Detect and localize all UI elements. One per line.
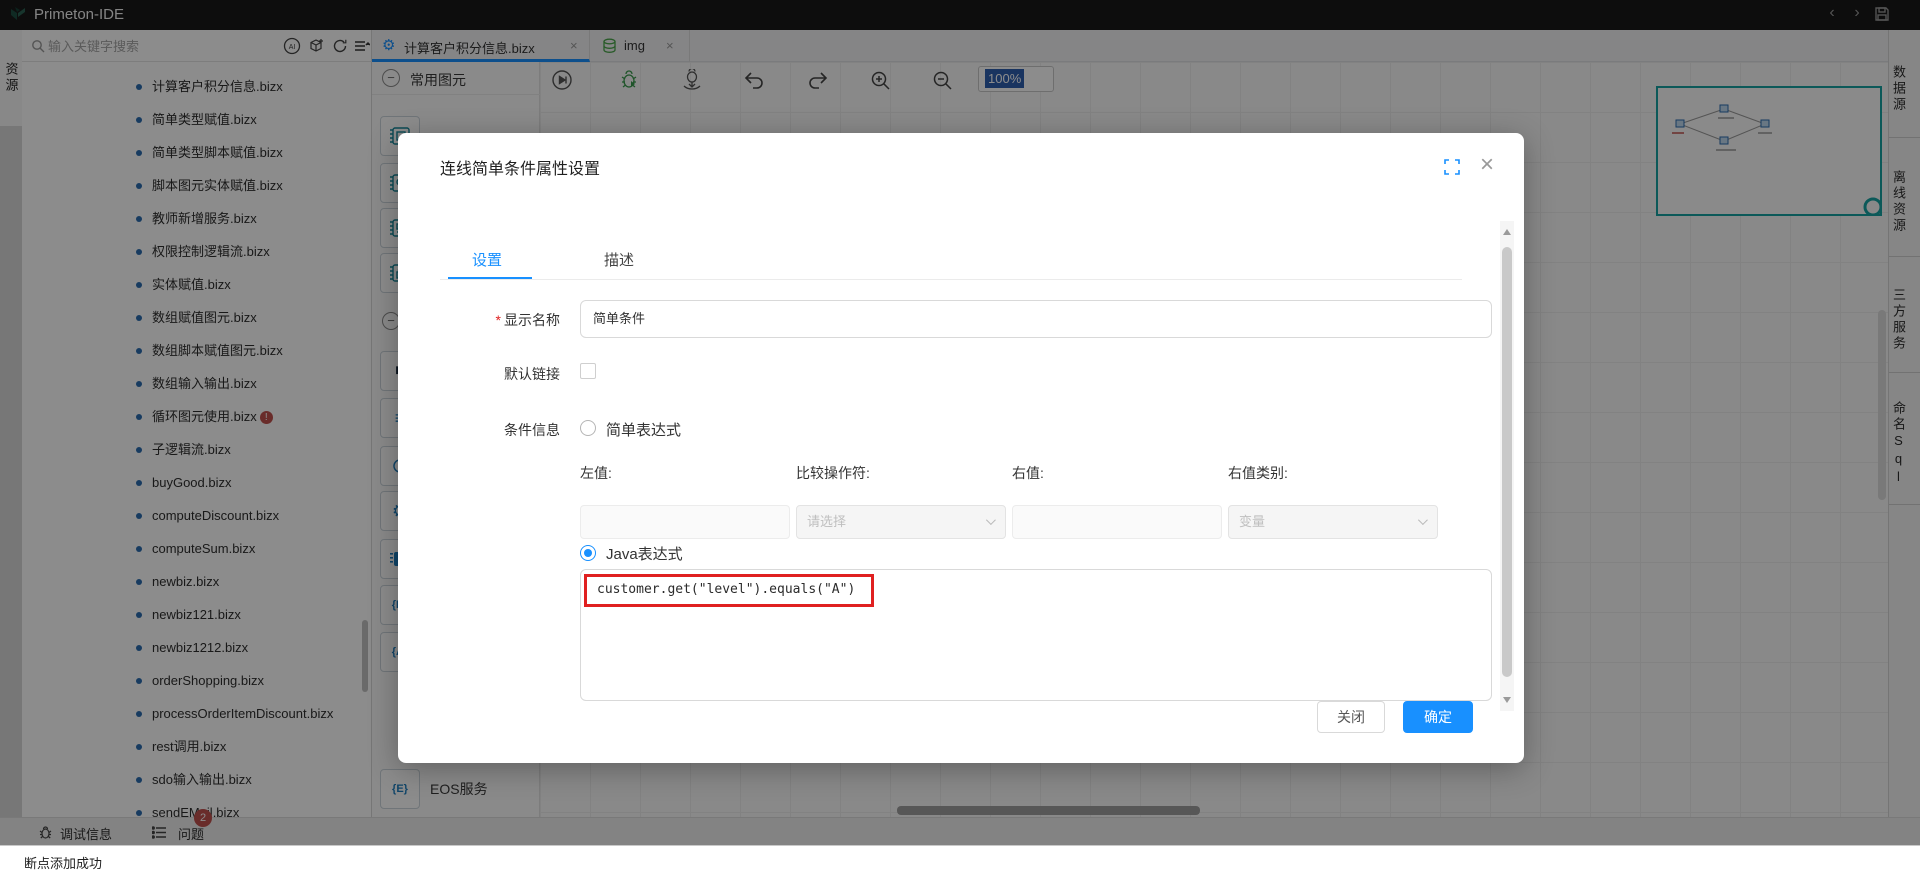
default-link-checkbox[interactable] [580,363,596,379]
scroll-up-icon[interactable] [1503,229,1511,235]
dialog-scrollbar-thumb[interactable] [1502,247,1512,677]
dialog-scrollbar[interactable] [1500,221,1514,711]
display-name-input[interactable]: 简单条件 [580,300,1492,338]
status-message: 断点添加成功 [24,853,102,872]
display-name-label: *显示名称 [398,310,560,330]
close-dialog-icon[interactable]: × [1480,151,1494,179]
close-button[interactable]: 关闭 [1317,701,1385,733]
left-value-input[interactable] [580,505,790,539]
java-expression-code: customer.get("level").equals("A") [597,582,855,597]
right-type-select[interactable]: 变量 [1228,505,1438,539]
right-type-label: 右值类别: [1228,463,1288,483]
java-expression-radio[interactable] [580,545,596,561]
application-window: Primeton-IDE ‹ › 资源 AI [0,0,1920,880]
operator-label: 比较操作符: [796,463,870,483]
left-value-label: 左值: [580,463,612,483]
chevron-down-icon [986,515,996,525]
fullscreen-icon[interactable] [1444,159,1460,180]
tab-divider [440,279,1462,280]
tab-settings[interactable]: 设置 [472,249,502,270]
condition-settings-dialog: 连线简单条件属性设置 × 设置 描述 *显示名称 简单条件 默认链接 条件信息 … [398,133,1524,763]
right-value-input[interactable] [1012,505,1222,539]
default-link-label: 默认链接 [398,364,560,384]
scroll-down-icon[interactable] [1503,697,1511,703]
chevron-down-icon [1418,515,1428,525]
simple-expression-radio[interactable] [580,420,596,436]
annotation-highlight-box: customer.get("level").equals("A") [584,574,874,607]
required-asterisk: * [496,312,501,328]
ok-button[interactable]: 确定 [1403,701,1473,733]
java-expression-label: Java表达式 [606,543,683,564]
right-value-label: 右值: [1012,463,1044,483]
simple-expression-label: 简单表达式 [606,419,681,440]
status-bar: 断点添加成功 [0,845,1920,880]
operator-select[interactable]: 请选择 [796,505,1006,539]
dialog-title: 连线简单条件属性设置 [440,155,600,179]
tab-description[interactable]: 描述 [604,249,634,270]
condition-info-label: 条件信息 [398,420,560,440]
